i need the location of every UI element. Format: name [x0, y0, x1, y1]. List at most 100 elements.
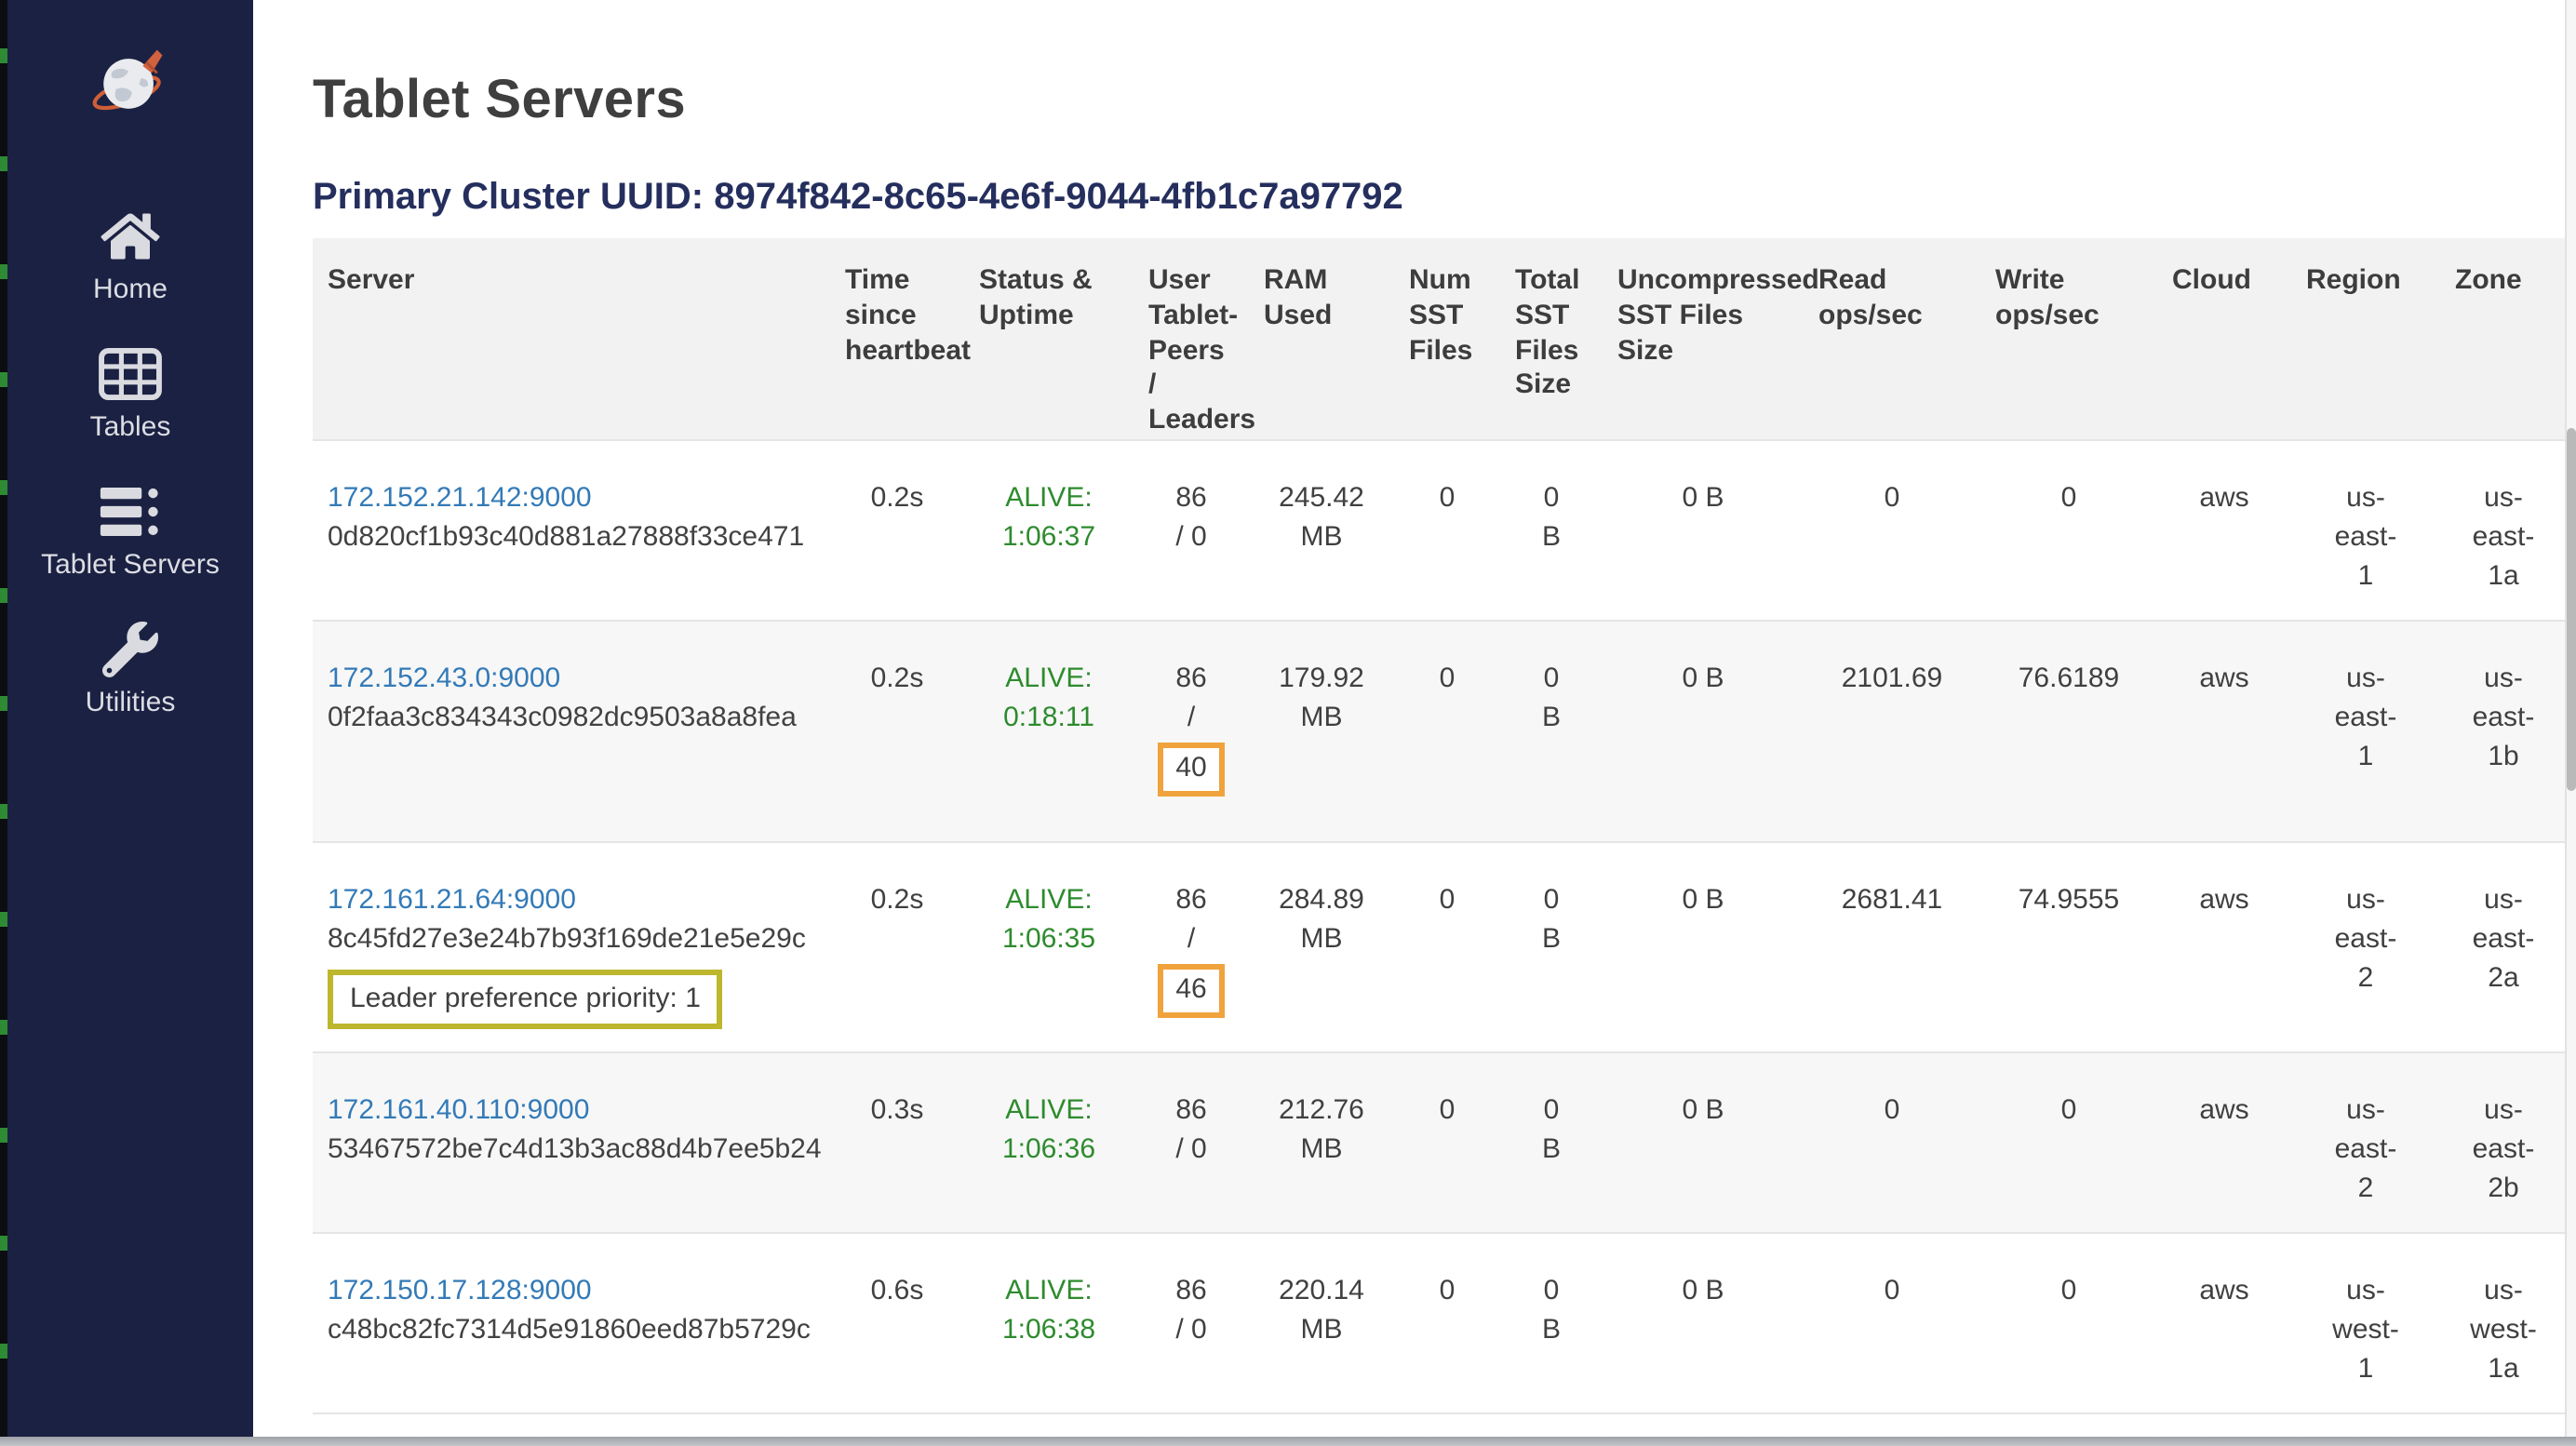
status-label: ALIVE: — [979, 478, 1119, 518]
cell-write-ops: 0 — [1980, 440, 2157, 621]
cell-tablet-peers: 86 / 0 — [1134, 1232, 1249, 1413]
sidebar-item-label: Tablet Servers — [41, 549, 220, 581]
server-link[interactable]: 172.152.21.142:9000 — [328, 482, 592, 514]
cell-cloud: aws — [2157, 1232, 2291, 1413]
peers-count: 86 — [1148, 658, 1234, 698]
uptime-value: 1:06:35 — [979, 919, 1119, 959]
leaders-highlight-box: 46 — [1157, 964, 1225, 1017]
cell-zone: us- east- 2a — [2440, 841, 2567, 1051]
cell-zone: us- east- 1a — [2440, 440, 2567, 621]
peers-count: 86 — [1148, 879, 1234, 919]
sidebar-item-tables[interactable]: Tables — [90, 346, 171, 443]
server-uuid: 0f2faa3c834343c0982dc9503a8a8fea — [328, 698, 815, 738]
tablet-servers-table: Server Time since heartbeat Status & Upt… — [313, 238, 2567, 1413]
server-uuid: 53467572be7c4d13b3ac88d4b7ee5b24 — [328, 1130, 815, 1170]
col-zone: Zone — [2440, 238, 2567, 440]
cell-zone: us- west- 1a — [2440, 1232, 2567, 1413]
cell-total-sst-size: 0 B — [1500, 1051, 1603, 1232]
sidebar-item-utilities[interactable]: Utilities — [86, 622, 176, 718]
table-row: 172.152.21.142:9000 0d820cf1b93c40d881a2… — [313, 440, 2567, 621]
table-row: 172.161.40.110:9000 53467572be7c4d13b3ac… — [313, 1051, 2567, 1232]
cell-ram: 245.42 MB — [1249, 440, 1394, 621]
sidebar-nav: Home Tables — [7, 208, 253, 759]
scrollbar-thumb[interactable] — [2567, 428, 2576, 791]
left-edge-terminal-strip — [0, 0, 7, 1446]
uptime-value: 1:06:38 — [979, 1310, 1119, 1350]
uptime-value: 1:06:36 — [979, 1130, 1119, 1170]
server-uuid: 0d820cf1b93c40d881a27888f33ce471 — [328, 517, 815, 557]
cell-read-ops: 0 — [1804, 440, 1980, 621]
cell-status: ALIVE: 0:18:11 — [964, 620, 1134, 841]
cell-ram: 284.89 MB — [1249, 841, 1394, 1051]
col-write-ops: Write ops/sec — [1980, 238, 2157, 440]
cell-read-ops: 0 — [1804, 1051, 1980, 1232]
col-cloud: Cloud — [2157, 238, 2291, 440]
cell-heartbeat: 0.2s — [830, 620, 964, 841]
cell-total-sst-size: 0 B — [1500, 1232, 1603, 1413]
cell-server: 172.152.43.0:9000 0f2faa3c834343c0982dc9… — [313, 620, 830, 841]
col-num-sst-files: Num SST Files — [1394, 238, 1500, 440]
cell-region: us- east- 1 — [2291, 620, 2440, 841]
cell-read-ops: 0 — [1804, 1232, 1980, 1413]
cell-tablet-peers: 86 / 0 — [1134, 1051, 1249, 1232]
scrollbar[interactable] — [2565, 0, 2576, 1437]
sidebar-item-label: Utilities — [86, 687, 176, 718]
cell-uncompressed-sst-size: 0 B — [1603, 440, 1804, 621]
peers-count: 86 — [1148, 1270, 1234, 1310]
utilities-wrench-icon — [102, 622, 158, 677]
cell-zone: us- east- 1b — [2440, 620, 2567, 841]
cell-heartbeat: 0.6s — [830, 1232, 964, 1413]
cell-uncompressed-sst-size: 0 B — [1603, 620, 1804, 841]
sidebar: Home Tables — [7, 0, 253, 1439]
col-server: Server — [313, 238, 830, 440]
cell-region: us- east- 2 — [2291, 841, 2440, 1051]
cell-write-ops: 76.6189 — [1980, 620, 2157, 841]
server-link[interactable]: 172.152.43.0:9000 — [328, 662, 560, 693]
cluster-uuid-heading: Primary Cluster UUID: 8974f842-8c65-4e6f… — [313, 177, 2567, 220]
table-row: 172.152.43.0:9000 0f2faa3c834343c0982dc9… — [313, 620, 2567, 841]
cell-region: us- east- 1 — [2291, 440, 2440, 621]
server-link[interactable]: 172.150.17.128:9000 — [328, 1274, 592, 1305]
cell-num-sst: 0 — [1394, 1232, 1500, 1413]
col-region: Region — [2291, 238, 2440, 440]
status-label: ALIVE: — [979, 879, 1119, 919]
server-uuid: 8c45fd27e3e24b7b93f169de21e5e29c — [328, 919, 815, 959]
status-label: ALIVE: — [979, 1090, 1119, 1130]
col-heartbeat: Time since heartbeat — [830, 238, 964, 440]
cell-cloud: aws — [2157, 440, 2291, 621]
cell-tablet-peers: 86 / 46 — [1134, 841, 1249, 1051]
cell-num-sst: 0 — [1394, 1051, 1500, 1232]
cell-total-sst-size: 0 B — [1500, 841, 1603, 1051]
sidebar-item-tablet-servers[interactable]: Tablet Servers — [41, 484, 220, 581]
col-uncompressed-sst-size: Uncompressed SST Files Size — [1603, 238, 1804, 440]
cell-zone: us- east- 2b — [2440, 1051, 2567, 1232]
yugabyte-logo-icon[interactable] — [87, 41, 173, 127]
cell-read-ops: 2101.69 — [1804, 620, 1980, 841]
cell-uncompressed-sst-size: 0 B — [1603, 1232, 1804, 1413]
sidebar-item-label: Tables — [90, 411, 171, 443]
cell-region: us- east- 2 — [2291, 1051, 2440, 1232]
col-ram-used: RAM Used — [1249, 238, 1394, 440]
cell-server: 172.161.21.64:9000 8c45fd27e3e24b7b93f16… — [313, 841, 830, 1051]
cell-num-sst: 0 — [1394, 440, 1500, 621]
cell-heartbeat: 0.2s — [830, 440, 964, 621]
cell-tablet-peers: 86 / 40 — [1134, 620, 1249, 841]
cell-write-ops: 0 — [1980, 1051, 2157, 1232]
cell-status: ALIVE: 1:06:38 — [964, 1232, 1134, 1413]
cell-status: ALIVE: 1:06:36 — [964, 1051, 1134, 1232]
cell-region: us- west- 1 — [2291, 1232, 2440, 1413]
cell-total-sst-size: 0 B — [1500, 620, 1603, 841]
sidebar-item-home[interactable]: Home — [93, 208, 168, 305]
table-row: 172.150.17.128:9000 c48bc82fc7314d5e9186… — [313, 1232, 2567, 1413]
home-icon — [101, 208, 160, 264]
app-window: Home Tables — [0, 0, 2576, 1446]
peers-count: 86 — [1148, 478, 1234, 518]
cell-write-ops: 74.9555 — [1980, 841, 2157, 1051]
cell-heartbeat: 0.2s — [830, 841, 964, 1051]
window-bottom-edge — [0, 1437, 2576, 1446]
server-link[interactable]: 172.161.21.64:9000 — [328, 883, 576, 915]
cell-uncompressed-sst-size: 0 B — [1603, 1051, 1804, 1232]
server-link[interactable]: 172.161.40.110:9000 — [328, 1093, 589, 1125]
cell-uncompressed-sst-size: 0 B — [1603, 841, 1804, 1051]
tablet-servers-icon — [97, 484, 164, 540]
